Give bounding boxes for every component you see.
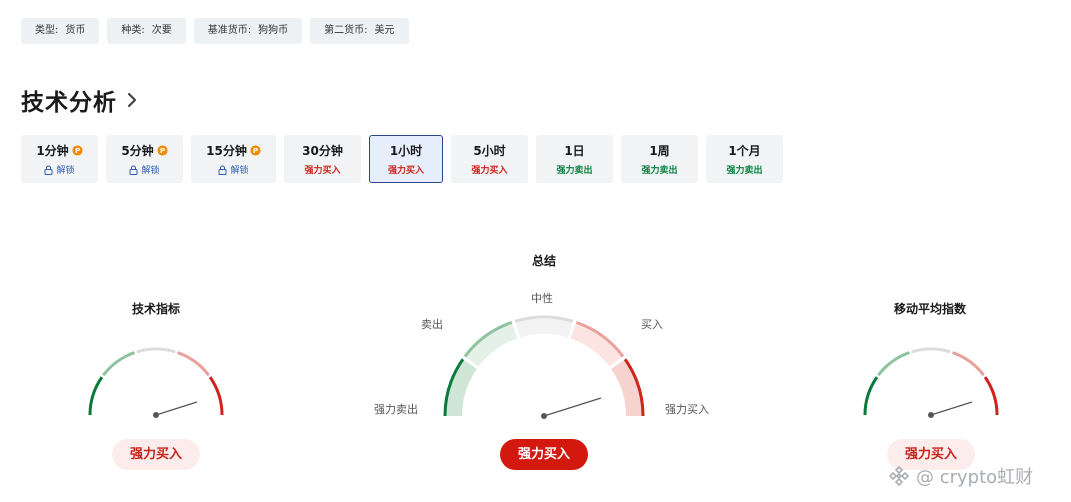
lock-icon	[44, 165, 53, 175]
signal-label: 强力卖出	[726, 166, 763, 176]
tab-1month[interactable]: 1个月 强力卖出	[706, 135, 783, 183]
svg-text:P: P	[253, 146, 259, 155]
technical-analysis-link[interactable]: 技术分析	[21, 83, 139, 117]
tab-15min[interactable]: 15分钟 P 解锁	[191, 135, 276, 183]
gauge-arcs	[863, 347, 999, 416]
tab-1min[interactable]: 1分钟 P 解锁	[21, 135, 98, 183]
tag-quote-currency: 第二货币: 美元	[310, 18, 409, 44]
chevron-right-icon	[127, 92, 137, 108]
tab-1hour[interactable]: 1小时 强力买入	[369, 135, 443, 183]
gauge-arc-strong-buy	[983, 376, 999, 416]
pro-badge-icon: P	[157, 145, 168, 156]
gauge-arc-buy	[176, 351, 210, 377]
section-title: 技术分析	[21, 90, 117, 116]
gauge-arc-strong-sell	[863, 376, 879, 416]
pro-badge-icon: P	[72, 145, 83, 156]
indicators-gauge	[88, 347, 224, 418]
gauge-arc-sell	[877, 351, 911, 377]
tab-5hour[interactable]: 5小时 强力买入	[451, 135, 528, 183]
gauge-band-buy	[570, 323, 623, 367]
signal-label: 强力卖出	[556, 166, 593, 176]
lock-icon	[218, 165, 227, 175]
pro-badge-icon: P	[250, 145, 261, 156]
gauge-band-neutral	[515, 318, 573, 338]
gauge-arc-strong-buy	[208, 376, 224, 416]
tab-30min[interactable]: 30分钟 强力买入	[284, 135, 361, 183]
summary-gauge	[443, 315, 645, 419]
timeframe-tabs: 1分钟 P 解锁 5分钟 P 解锁 15分钟 P 解锁 30分钟 强力买入 1小…	[21, 135, 783, 183]
gauge-arc-strong-sell	[88, 376, 104, 416]
label-strong-buy: 强力买入	[665, 403, 709, 416]
svg-text:P: P	[74, 146, 80, 155]
gauge-arc-neutral	[136, 347, 176, 354]
gauge-arcs	[443, 315, 645, 417]
gauge-needle-pivot	[928, 412, 934, 418]
tag-type: 类型: 货币	[21, 18, 100, 44]
signal-label: 强力买入	[387, 166, 424, 176]
tag-base-currency: 基准货币: 狗狗币	[193, 18, 303, 44]
tab-1day[interactable]: 1日 强力卖出	[536, 135, 613, 183]
lock-icon	[129, 165, 138, 175]
svg-text:P: P	[159, 146, 165, 155]
indicators-result-badge: 强力买入	[112, 439, 200, 470]
summary-gauge-title: 总结	[531, 254, 556, 268]
watermark: @ crypto虹财	[888, 463, 1033, 489]
tab-5min[interactable]: 5分钟 P 解锁	[106, 135, 183, 183]
gauge-needle	[930, 401, 973, 416]
label-neutral: 中性	[531, 292, 553, 305]
gauge-arc-neutral	[911, 347, 951, 354]
indicators-gauge-title: 技术指标	[131, 302, 180, 316]
moving-averages-gauge-title: 移动平均指数	[893, 302, 966, 316]
signal-label: 强力买入	[304, 166, 341, 176]
gauge-needle	[155, 401, 198, 416]
gauge-arc-sell	[102, 351, 136, 377]
moving-averages-gauge	[863, 347, 999, 418]
gauge-needle-pivot	[541, 413, 547, 419]
gauge-band-sell	[465, 323, 518, 367]
binance-logo-icon	[888, 465, 910, 487]
gauge-arc-buy	[951, 351, 985, 377]
instrument-tags: 类型: 货币 种类: 次要 基准货币: 狗狗币 第二货币: 美元	[21, 18, 409, 44]
label-strong-sell: 强力卖出	[374, 403, 418, 416]
summary-result-badge: 强力买入	[500, 439, 588, 470]
signal-label: 强力卖出	[641, 166, 678, 176]
gauge-needle-pivot	[153, 412, 159, 418]
tag-category: 种类: 次要	[107, 18, 186, 44]
signal-label: 强力买入	[471, 166, 508, 176]
gauge-arcs	[88, 347, 224, 416]
tab-1week[interactable]: 1周 强力卖出	[621, 135, 698, 183]
gauge-needle	[543, 397, 602, 417]
